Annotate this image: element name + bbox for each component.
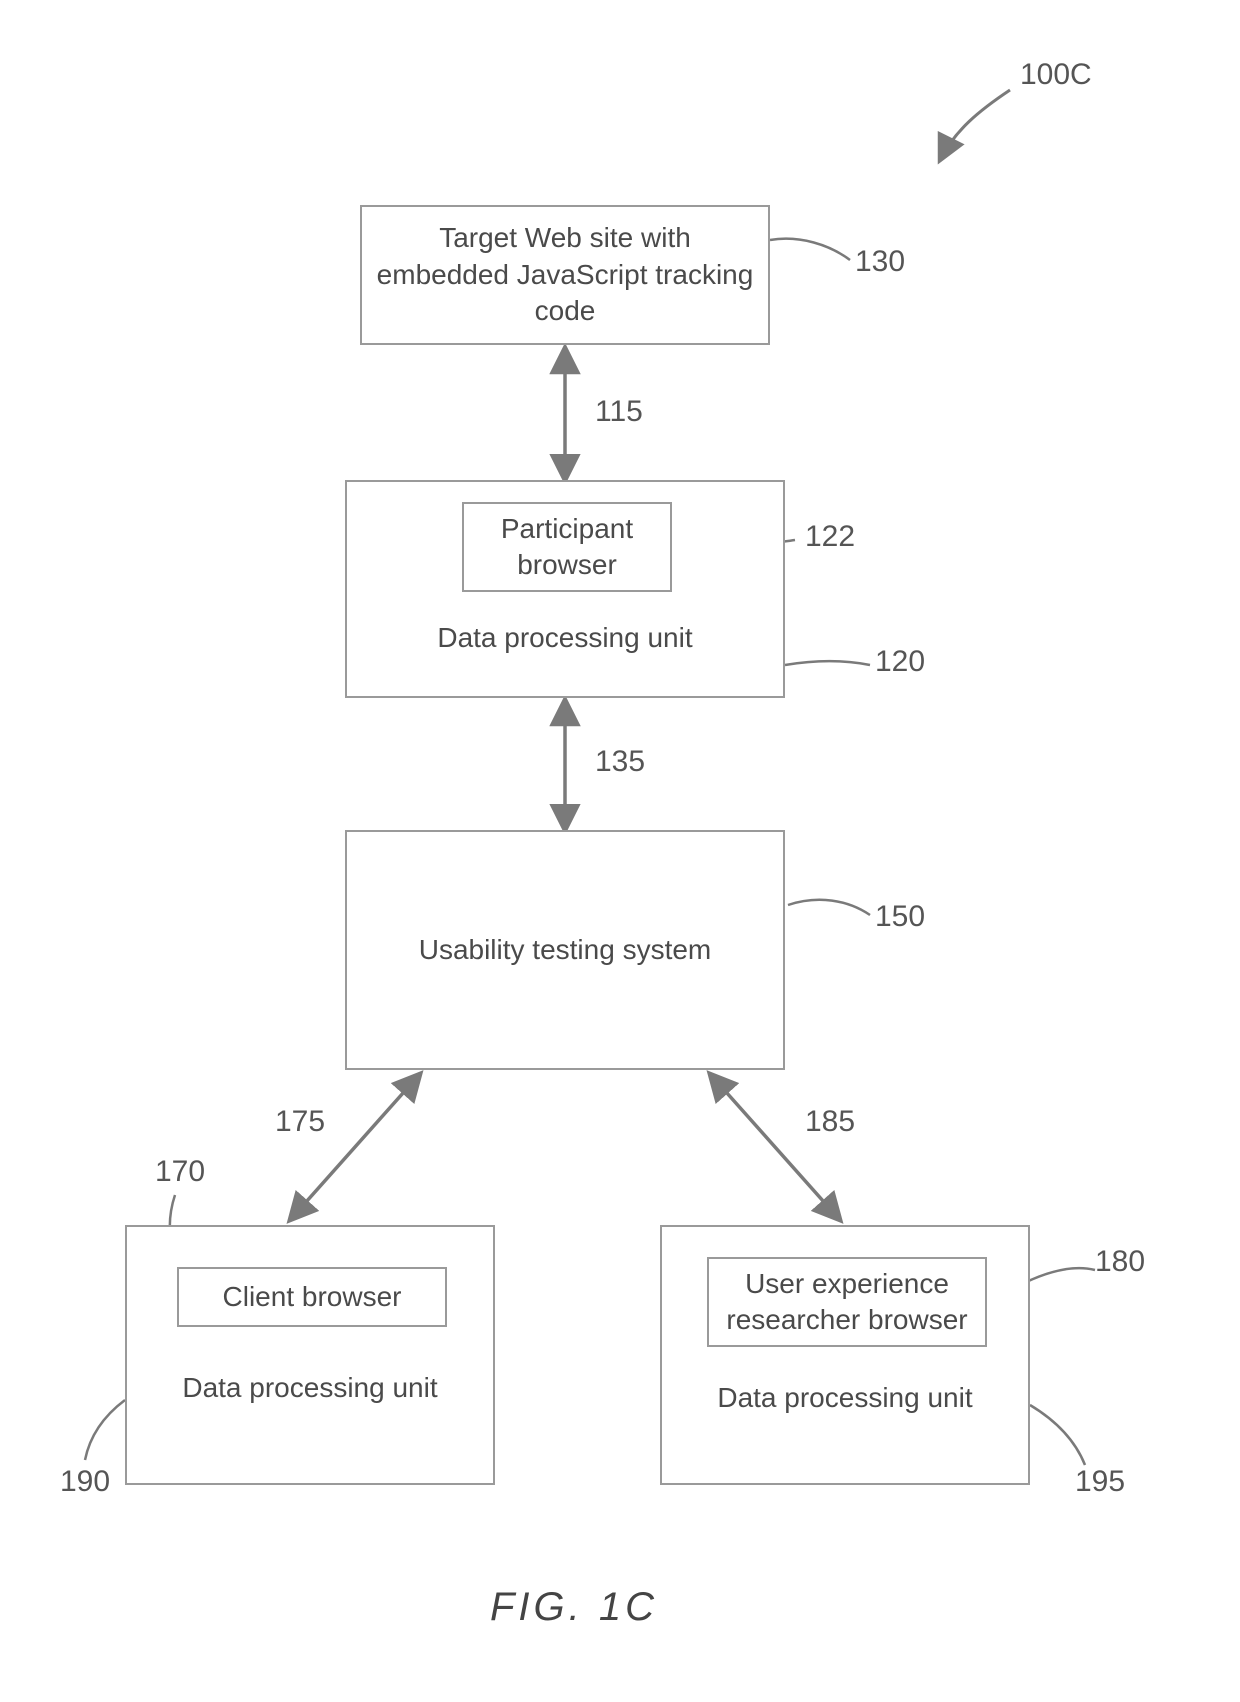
box-target-web-site: Target Web site with embedded JavaScript… (360, 205, 770, 345)
ref-130: 130 (855, 245, 905, 279)
ref-150: 150 (875, 900, 925, 934)
figure-title: FIG. 1C (490, 1585, 658, 1630)
box-participant-browser: Participant browser (462, 502, 672, 592)
figure-id-label: 100C (1020, 58, 1092, 92)
ref-122: 122 (805, 520, 855, 554)
participant-dpu-text: Data processing unit (347, 622, 783, 654)
box-usability-testing-system: Usability testing system (345, 830, 785, 1070)
client-dpu-text: Data processing unit (127, 1372, 493, 1404)
usability-text: Usability testing system (419, 932, 712, 968)
box-target-web-site-text: Target Web site with embedded JavaScript… (370, 220, 760, 329)
box-client-dpu: Client browser Data processing unit (125, 1225, 495, 1485)
participant-browser-text: Participant browser (474, 511, 660, 584)
ux-dpu-text: Data processing unit (662, 1382, 1028, 1414)
ref-195: 195 (1075, 1465, 1125, 1499)
box-ux-dpu: User experience researcher browser Data … (660, 1225, 1030, 1485)
ref-115: 115 (595, 395, 643, 429)
ref-120: 120 (875, 645, 925, 679)
ux-browser-text: User experience researcher browser (719, 1266, 975, 1339)
ref-135: 135 (595, 745, 645, 779)
ref-190: 190 (60, 1465, 110, 1499)
box-participant-dpu: Participant browser Data processing unit (345, 480, 785, 698)
diagram-canvas: 100C Target Web site with embedded JavaS… (0, 0, 1240, 1702)
box-client-browser: Client browser (177, 1267, 447, 1327)
ref-175: 175 (275, 1105, 325, 1139)
box-ux-browser: User experience researcher browser (707, 1257, 987, 1347)
client-browser-text: Client browser (223, 1279, 402, 1315)
ref-170: 170 (155, 1155, 205, 1189)
ref-185: 185 (805, 1105, 855, 1139)
ref-180: 180 (1095, 1245, 1145, 1279)
